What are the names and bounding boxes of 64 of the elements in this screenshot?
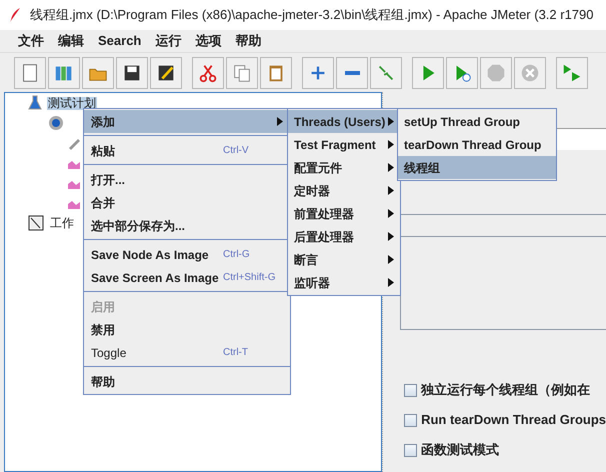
context-menu-item[interactable]: Save Screen As Image Ctrl+Shift-G bbox=[84, 266, 290, 289]
context-menu-item[interactable]: 粘贴 Ctrl-V bbox=[84, 139, 290, 162]
checkbox[interactable] bbox=[404, 444, 418, 456]
flask-icon bbox=[27, 95, 43, 111]
checkbox-label: 独立运行每个线程组（例如在 bbox=[421, 381, 590, 400]
minus-button[interactable] bbox=[336, 56, 368, 88]
submenu-item[interactable]: setUp Thread Group bbox=[398, 110, 556, 133]
context-menu-item[interactable]: 帮助 bbox=[84, 370, 290, 393]
pencil-icon bbox=[67, 136, 81, 150]
submenu-item[interactable]: 线程组 bbox=[398, 156, 556, 179]
submenu-arrow-icon bbox=[388, 186, 394, 195]
context-menu-item[interactable]: 打开... bbox=[84, 168, 290, 191]
play-button[interactable] bbox=[412, 56, 444, 88]
tree-node-label[interactable]: 测试计划 bbox=[47, 96, 97, 110]
submenu-item[interactable]: 后置处理器 bbox=[288, 225, 400, 248]
context-menu-item[interactable]: Toggle Ctrl-T bbox=[84, 341, 290, 364]
books-button[interactable] bbox=[48, 56, 80, 88]
menu-item[interactable]: 帮助 bbox=[235, 31, 262, 51]
checkbox-label: Run tearDown Thread Groups bbox=[421, 411, 606, 430]
checkbox-label: 函数测试模式 bbox=[421, 441, 500, 460]
context-menu-item[interactable]: Save Node As Image Ctrl-G bbox=[84, 243, 290, 266]
checkbox[interactable] bbox=[404, 384, 418, 396]
minus-icon bbox=[344, 70, 360, 74]
submenu-arrow-icon bbox=[388, 163, 394, 172]
pins-button[interactable] bbox=[370, 56, 402, 88]
submenu-item[interactable]: Test Fragment bbox=[288, 133, 400, 156]
submenu-item[interactable]: Threads (Users) bbox=[288, 110, 400, 133]
submenu-item[interactable]: 断言 bbox=[288, 248, 400, 271]
menu-item[interactable]: 文件 bbox=[18, 31, 44, 51]
submenu-item[interactable]: 配置元件 bbox=[288, 156, 400, 179]
menu-item[interactable]: 编辑 bbox=[58, 31, 84, 51]
submenu-arrow-icon bbox=[388, 140, 394, 149]
notepad-icon bbox=[27, 214, 45, 232]
window-title: 线程组.jmx (D:\Program Files (x86)\apache-jmeter-3.2\bin\线程组.jmx) - Apache JMeter (3.2 r1790 bbox=[30, 6, 594, 24]
context-menu-item[interactable]: 合并 bbox=[84, 191, 290, 214]
submenu-arrow-icon bbox=[388, 278, 394, 287]
copy-button[interactable] bbox=[226, 56, 258, 88]
submenu-arrow-icon bbox=[277, 117, 283, 126]
submenu-arrow-icon bbox=[388, 117, 394, 126]
submenu-item[interactable]: 监听器 bbox=[288, 271, 400, 294]
floppy-disk-button[interactable] bbox=[116, 56, 148, 88]
clipboard-button[interactable] bbox=[260, 56, 292, 88]
feather-icon bbox=[8, 7, 22, 23]
submenu-item[interactable]: 前置处理器 bbox=[288, 202, 400, 225]
play-clock-button[interactable] bbox=[446, 56, 478, 88]
context-menu-item[interactable]: 添加 bbox=[84, 110, 290, 133]
plus-button[interactable] bbox=[302, 56, 334, 88]
context-menu-item[interactable]: 选中部分保存为... bbox=[84, 214, 290, 237]
checkbox[interactable] bbox=[404, 414, 418, 426]
submenu-arrow-icon bbox=[388, 255, 394, 264]
submenu-arrow-icon bbox=[388, 209, 394, 218]
blank-page-button[interactable] bbox=[14, 56, 46, 88]
context-menu-item[interactable]: 禁用 bbox=[84, 318, 290, 341]
scissors-button[interactable] bbox=[192, 56, 224, 88]
folder-button[interactable] bbox=[82, 56, 114, 88]
submenu-arrow-icon bbox=[388, 232, 394, 241]
menu-item[interactable]: 运行 bbox=[155, 31, 182, 51]
menu-item[interactable]: 选项 bbox=[195, 31, 222, 51]
submenu-item[interactable]: 定时器 bbox=[288, 179, 400, 202]
double-play-button[interactable] bbox=[556, 56, 588, 88]
menu-item[interactable]: Search bbox=[98, 31, 142, 51]
submenu-item[interactable]: tearDown Thread Group bbox=[398, 133, 556, 156]
tree-node-label[interactable]: 工作 bbox=[49, 216, 75, 230]
floppy-pencil-button[interactable] bbox=[150, 56, 182, 88]
